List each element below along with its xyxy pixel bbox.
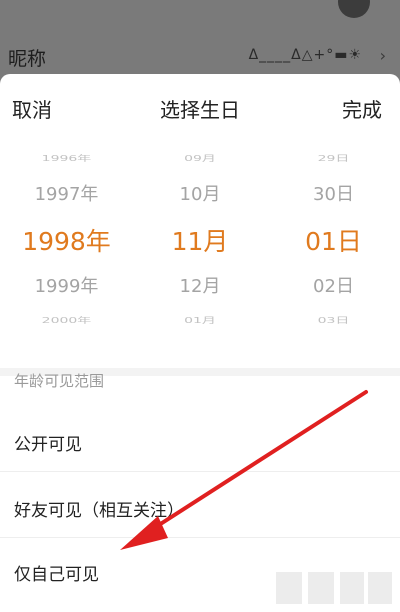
chevron-right-icon: ›	[379, 46, 386, 65]
visibility-option-public[interactable]: 公开可见	[0, 410, 400, 472]
sheet-title: 选择生日	[160, 98, 240, 122]
done-button[interactable]: 完成	[342, 94, 382, 123]
month-option[interactable]: 10月	[133, 180, 267, 206]
age-visibility-section-title: 年龄可见范围	[14, 372, 105, 390]
month-option[interactable]: 12月	[133, 272, 267, 298]
year-option[interactable]: 1999年	[0, 272, 133, 298]
month-option[interactable]: 01月	[133, 315, 267, 326]
screen: 昵称 Δ____Δ△+°▬☀ › 取消 选择生日 完成 1996年 1997年 …	[0, 0, 400, 612]
nickname-label: 昵称	[8, 48, 47, 70]
nickname-value: Δ____Δ△+°▬☀	[248, 47, 362, 63]
nickname-row: 昵称 Δ____Δ△+°▬☀ ›	[0, 38, 400, 78]
visibility-option-label: 公开可见	[14, 435, 82, 455]
avatar	[338, 0, 370, 18]
month-option-selected[interactable]: 11月	[133, 222, 267, 258]
visibility-option-label: 好友可见（相互关注）	[14, 501, 184, 521]
day-option[interactable]: 02日	[267, 272, 400, 298]
watermark-logo-icon	[276, 572, 392, 604]
day-option[interactable]: 03日	[267, 315, 400, 326]
year-wheel[interactable]: 1996年 1997年 1998年 1999年 2000年	[0, 150, 133, 346]
year-option-selected[interactable]: 1998年	[0, 222, 133, 258]
day-option[interactable]: 29日	[267, 153, 400, 164]
month-wheel[interactable]: 09月 10月 11月 12月 01月	[133, 150, 267, 346]
year-option[interactable]: 1996年	[0, 153, 133, 164]
visibility-option-label: 仅自己可见	[14, 565, 99, 585]
date-wheel-picker: 1996年 1997年 1998年 1999年 2000年 09月 10月 11…	[0, 150, 400, 346]
day-wheel[interactable]: 29日 30日 01日 02日 03日	[267, 150, 400, 346]
month-option[interactable]: 09月	[133, 153, 267, 164]
year-option[interactable]: 2000年	[0, 315, 133, 326]
divider	[0, 471, 400, 472]
year-option[interactable]: 1997年	[0, 180, 133, 206]
visibility-option-friends[interactable]: 好友可见（相互关注）	[0, 476, 400, 538]
sheet-header: 取消 选择生日 完成	[0, 74, 400, 140]
day-option[interactable]: 30日	[267, 180, 400, 206]
divider	[0, 537, 400, 538]
day-option-selected[interactable]: 01日	[267, 222, 400, 258]
birthday-picker-sheet: 取消 选择生日 完成 1996年 1997年 1998年 1999年 2000年…	[0, 74, 400, 612]
